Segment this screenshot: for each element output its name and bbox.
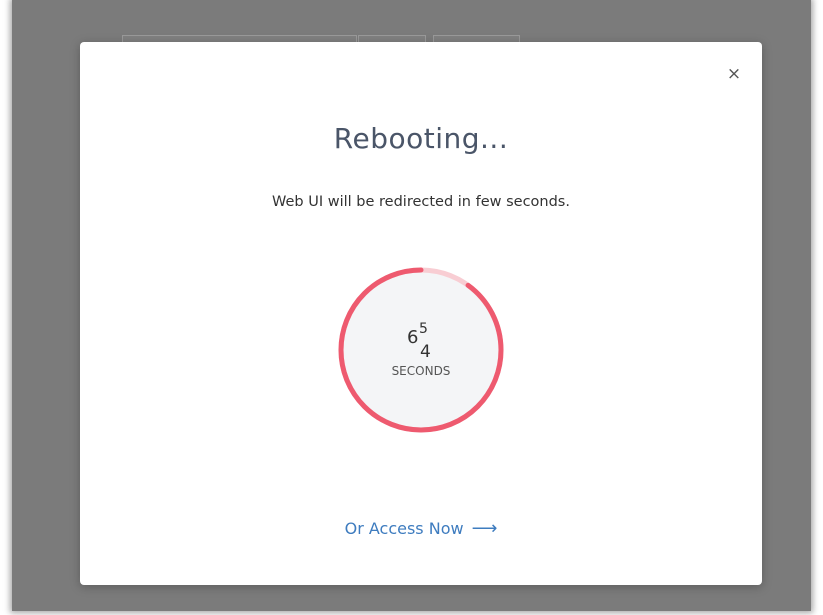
arrow-right-icon: ⟶ — [471, 518, 498, 539]
countdown-unit-label: SECONDS — [391, 364, 451, 378]
dialog-title: Rebooting... — [333, 122, 509, 155]
access-now-link[interactable]: Or Access Now ⟶ — [80, 518, 762, 539]
reboot-dialog: × Rebooting... Web UI will be redirected… — [80, 42, 762, 585]
dialog-message: Web UI will be redirected in few seconds… — [272, 194, 570, 210]
countdown-digit: 6 — [407, 327, 419, 348]
access-now-label: Or Access Now — [344, 519, 464, 538]
close-icon[interactable]: × — [724, 64, 744, 84]
countdown-digit-following: 4 — [420, 342, 431, 362]
countdown-timer: 6 5 4 SECONDS — [337, 266, 505, 434]
countdown-digit-next: 5 — [419, 321, 428, 337]
